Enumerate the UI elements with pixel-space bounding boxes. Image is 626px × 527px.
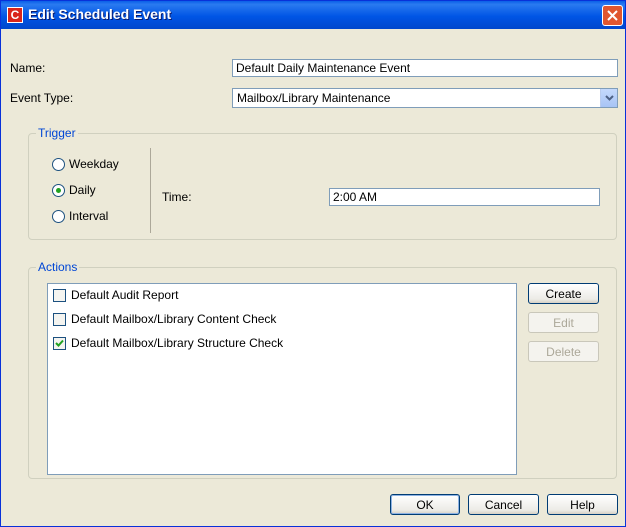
chevron-down-icon: [605, 95, 614, 101]
edit-button[interactable]: Edit: [528, 312, 599, 333]
title-bar[interactable]: C Edit Scheduled Event: [1, 1, 625, 29]
close-icon: [607, 10, 618, 21]
edit-scheduled-event-dialog: C Edit Scheduled Event Name: Default Dai…: [0, 0, 626, 527]
checkbox-structure-check[interactable]: [53, 337, 66, 350]
app-logo-icon: C: [7, 7, 23, 23]
list-item-label: Default Audit Report: [71, 288, 179, 302]
cancel-button[interactable]: Cancel: [468, 494, 539, 515]
trigger-group-title: Trigger: [36, 126, 78, 140]
radio-circle-daily[interactable]: [52, 184, 65, 197]
checkbox-audit-report[interactable]: [53, 289, 66, 302]
list-item-label: Default Mailbox/Library Content Check: [71, 312, 277, 326]
name-field[interactable]: Default Daily Maintenance Event: [232, 59, 618, 77]
radio-interval-label: Interval: [69, 209, 109, 223]
name-label: Name:: [10, 61, 46, 75]
actions-list[interactable]: Default Audit Report Default Mailbox/Lib…: [47, 283, 517, 475]
radio-weekday-label: Weekday: [69, 157, 119, 171]
list-item-label: Default Mailbox/Library Structure Check: [71, 336, 284, 350]
ok-button[interactable]: OK: [390, 494, 460, 515]
dropdown-arrow-button[interactable]: [600, 89, 617, 107]
checkbox-content-check[interactable]: [53, 313, 66, 326]
create-button[interactable]: Create: [528, 283, 599, 304]
actions-group-title: Actions: [36, 260, 80, 274]
radio-daily-label: Daily: [69, 183, 96, 197]
time-label: Time:: [162, 190, 192, 204]
checkmark-icon: [55, 339, 64, 347]
close-button[interactable]: [602, 5, 623, 26]
time-field[interactable]: 2:00 AM: [329, 188, 600, 206]
event-type-select[interactable]: Mailbox/Library Maintenance: [232, 88, 618, 108]
actions-group: Actions Default Audit Report Default Mai…: [28, 260, 617, 479]
trigger-group: Trigger Weekday Daily Interval Time: 2:0…: [28, 126, 617, 240]
delete-button[interactable]: Delete: [528, 341, 599, 362]
event-type-value: Mailbox/Library Maintenance: [237, 91, 391, 105]
window-title: Edit Scheduled Event: [28, 6, 172, 22]
event-type-label: Event Type:: [10, 91, 74, 105]
help-button[interactable]: Help: [547, 494, 618, 515]
trigger-divider: [150, 148, 151, 233]
radio-circle-interval[interactable]: [52, 210, 65, 223]
radio-circle-weekday[interactable]: [52, 158, 65, 171]
